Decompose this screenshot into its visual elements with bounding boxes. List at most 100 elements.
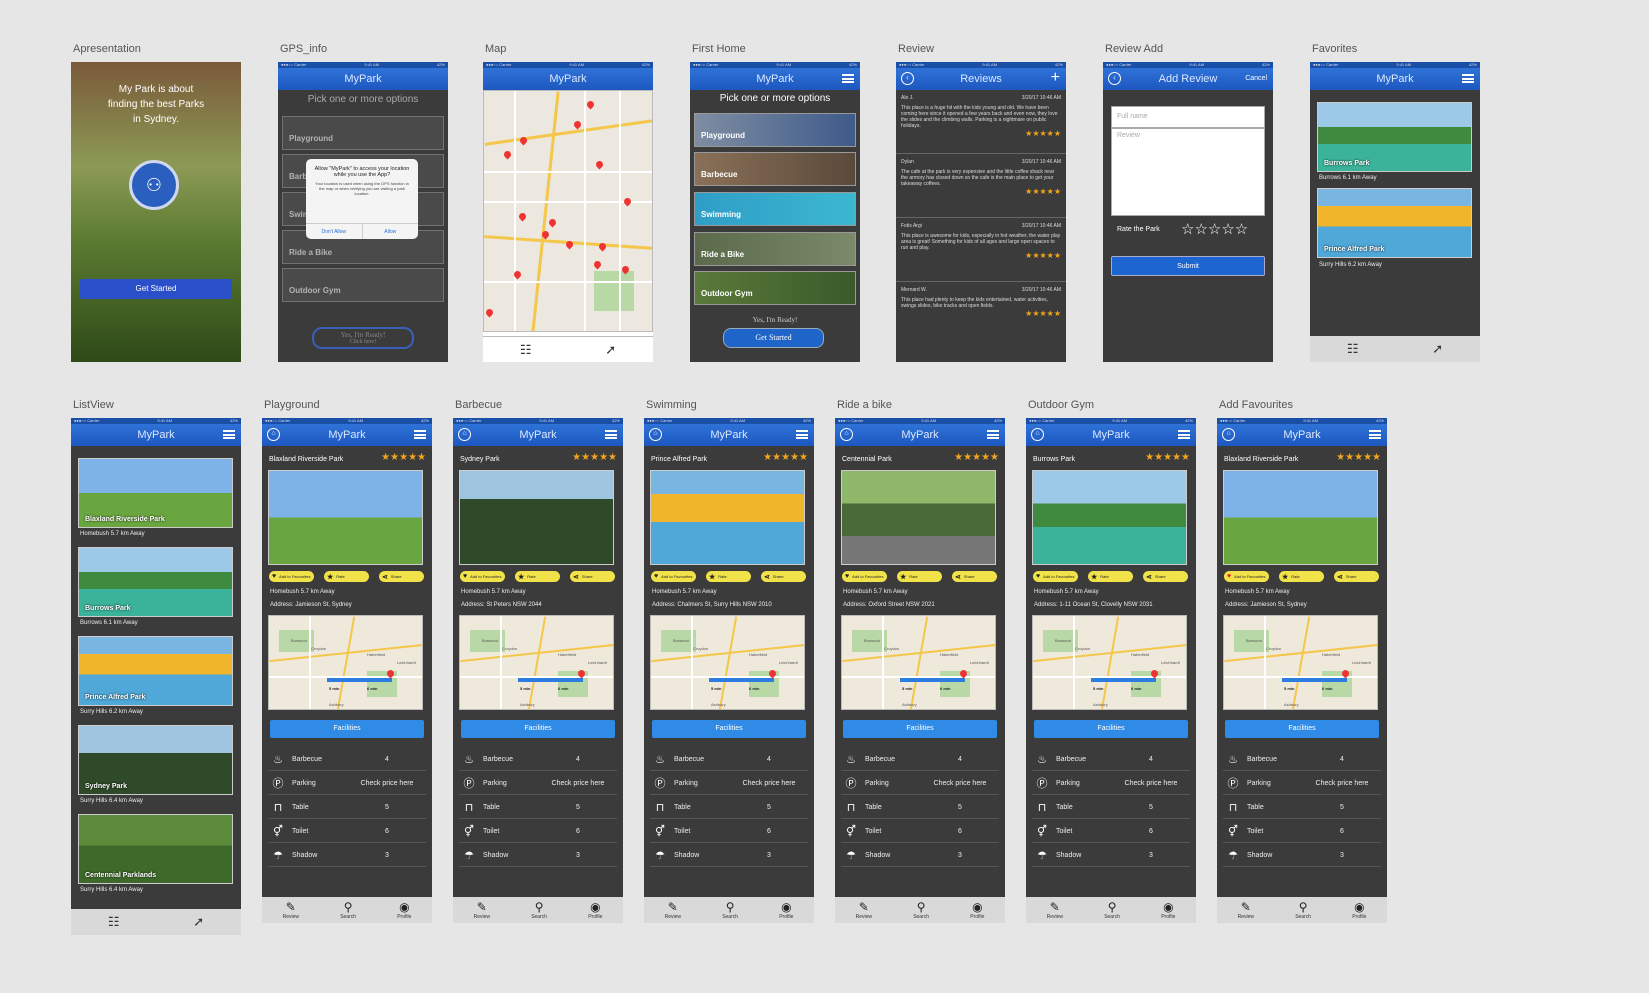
tab-profile[interactable]: ◉ Profile [970, 900, 984, 920]
facilities-button[interactable]: Facilities [1225, 720, 1379, 738]
home-icon[interactable]: ⌂ [267, 428, 280, 441]
navigate-icon[interactable]: ➚ [193, 914, 204, 930]
allow-button[interactable]: Allow [363, 224, 419, 239]
option-gym[interactable]: Outdoor Gym [694, 271, 856, 305]
add-favourite-button[interactable]: ♥ Add to Favourites [1033, 571, 1078, 582]
park-photo-burrows[interactable]: Burrows Park [1317, 102, 1472, 172]
get-started-button[interactable]: Get Started [723, 328, 824, 348]
add-favourite-button[interactable]: ♥ Add to Favourites [460, 571, 505, 582]
home-icon[interactable]: ⌂ [840, 428, 853, 441]
map-pin[interactable] [585, 99, 596, 110]
rate-button[interactable]: ★ Rate [515, 571, 560, 582]
menu-icon[interactable] [1462, 74, 1474, 83]
cancel-button[interactable]: Cancel [1245, 75, 1267, 82]
add-favourite-button[interactable]: ♥ Add to Favourites [842, 571, 887, 582]
tab-search[interactable]: ⚲ Search [531, 900, 547, 920]
map-pin[interactable] [517, 211, 528, 222]
route-map[interactable]: Burwood Croydon Haberfield Leichhardt As… [650, 615, 805, 710]
tab-search[interactable]: ⚲ Search [340, 900, 356, 920]
menu-icon[interactable] [796, 430, 808, 439]
tab-profile[interactable]: ◉ Profile [588, 900, 602, 920]
share-button[interactable]: ⋖ Share [570, 571, 615, 582]
navigate-icon[interactable]: ➚ [605, 342, 616, 358]
tab-search[interactable]: ⚲ Search [1295, 900, 1311, 920]
map-pin[interactable] [484, 307, 495, 318]
back-icon[interactable]: ‹ [1108, 72, 1121, 85]
menu-icon[interactable] [987, 430, 999, 439]
share-button[interactable]: ⋖ Share [1334, 571, 1379, 582]
full-name-input[interactable]: Full name [1111, 106, 1265, 128]
share-button[interactable]: ⋖ Share [952, 571, 997, 582]
tab-review[interactable]: ✎ Review [856, 900, 872, 920]
facilities-button[interactable]: Facilities [843, 720, 997, 738]
add-favourite-button[interactable]: ♥ Add to Favourites [269, 571, 314, 582]
rate-button[interactable]: ★ Rate [1279, 571, 1324, 582]
route-map[interactable]: Burwood Croydon Haberfield Leichhardt As… [841, 615, 996, 710]
home-icon[interactable]: ⌂ [649, 428, 662, 441]
route-map[interactable]: Burwood Croydon Haberfield Leichhardt As… [268, 615, 423, 710]
menu-icon[interactable] [414, 430, 426, 439]
route-map[interactable]: Burwood Croydon Haberfield Leichhardt As… [1032, 615, 1187, 710]
menu-icon[interactable] [1369, 430, 1381, 439]
home-icon[interactable]: ⌂ [1031, 428, 1044, 441]
facilities-button[interactable]: Facilities [1034, 720, 1188, 738]
route-map[interactable]: Burwood Croydon Haberfield Leichhardt As… [459, 615, 614, 710]
menu-icon[interactable] [223, 430, 235, 439]
share-button[interactable]: ⋖ Share [761, 571, 806, 582]
rate-button[interactable]: ★ Rate [324, 571, 369, 582]
dont-allow-button[interactable]: Don't Allow [306, 224, 363, 239]
park-photo[interactable]: Prince Alfred Park [78, 636, 233, 706]
review-textarea[interactable]: Review [1111, 128, 1265, 216]
tab-profile[interactable]: ◉ Profile [779, 900, 793, 920]
get-started-button[interactable]: Get Started [80, 279, 232, 299]
option-ride[interactable]: Ride a Bike [694, 232, 856, 266]
rate-button[interactable]: ★ Rate [897, 571, 942, 582]
park-photo[interactable]: Burrows Park [78, 547, 233, 617]
route-map[interactable]: Burwood Croydon Haberfield Leichhardt As… [1223, 615, 1378, 710]
option-playground[interactable]: Playground [694, 113, 856, 147]
tab-review[interactable]: ✎ Review [474, 900, 490, 920]
map-pin[interactable] [572, 119, 583, 130]
share-button[interactable]: ⋖ Share [1143, 571, 1188, 582]
tab-review[interactable]: ✎ Review [283, 900, 299, 920]
tab-review[interactable]: ✎ Review [665, 900, 681, 920]
park-photo[interactable] [1223, 470, 1378, 565]
park-photo[interactable]: Sydney Park [78, 725, 233, 795]
park-photo[interactable]: Centennial Parklands [78, 814, 233, 884]
menu-icon[interactable] [605, 430, 617, 439]
map-pin[interactable] [592, 259, 603, 270]
tab-profile[interactable]: ◉ Profile [1352, 900, 1366, 920]
park-photo-prince-alfred[interactable]: Prince Alfred Park [1317, 188, 1472, 258]
list-icon[interactable]: ☷ [520, 342, 532, 358]
park-photo[interactable] [459, 470, 614, 565]
facilities-button[interactable]: Facilities [461, 720, 615, 738]
city-map[interactable] [483, 90, 653, 332]
home-icon[interactable]: ⌂ [458, 428, 471, 441]
rating-stars[interactable]: ☆☆☆☆☆ [1181, 220, 1248, 238]
share-button[interactable]: ⋖ Share [379, 571, 424, 582]
navigate-icon[interactable]: ➚ [1432, 341, 1443, 357]
list-icon[interactable]: ☷ [108, 914, 120, 930]
list-icon[interactable]: ☷ [1347, 341, 1359, 357]
submit-button[interactable]: Submit [1111, 256, 1265, 276]
map-pin[interactable] [547, 217, 558, 228]
option-gym[interactable]: Outdoor Gym [282, 268, 444, 302]
option-playground[interactable]: Playground [282, 116, 444, 150]
park-photo[interactable] [1032, 470, 1187, 565]
back-icon[interactable]: ‹ [901, 72, 914, 85]
facilities-button[interactable]: Facilities [270, 720, 424, 738]
park-photo[interactable] [841, 470, 996, 565]
add-favourite-button[interactable]: ♥ Add to Favourites [651, 571, 696, 582]
park-photo[interactable] [268, 470, 423, 565]
tab-search[interactable]: ⚲ Search [1104, 900, 1120, 920]
menu-icon[interactable] [842, 74, 854, 83]
map-pin[interactable] [622, 196, 633, 207]
tab-profile[interactable]: ◉ Profile [1161, 900, 1175, 920]
park-photo[interactable] [650, 470, 805, 565]
ready-button[interactable]: Yes, I'm Ready! Click here! [312, 327, 414, 349]
tab-review[interactable]: ✎ Review [1047, 900, 1063, 920]
facilities-button[interactable]: Facilities [652, 720, 806, 738]
option-barbecue[interactable]: Barbecue [694, 152, 856, 186]
tab-search[interactable]: ⚲ Search [913, 900, 929, 920]
add-favourite-button[interactable]: ♥ Add to Favourites [1224, 571, 1269, 582]
